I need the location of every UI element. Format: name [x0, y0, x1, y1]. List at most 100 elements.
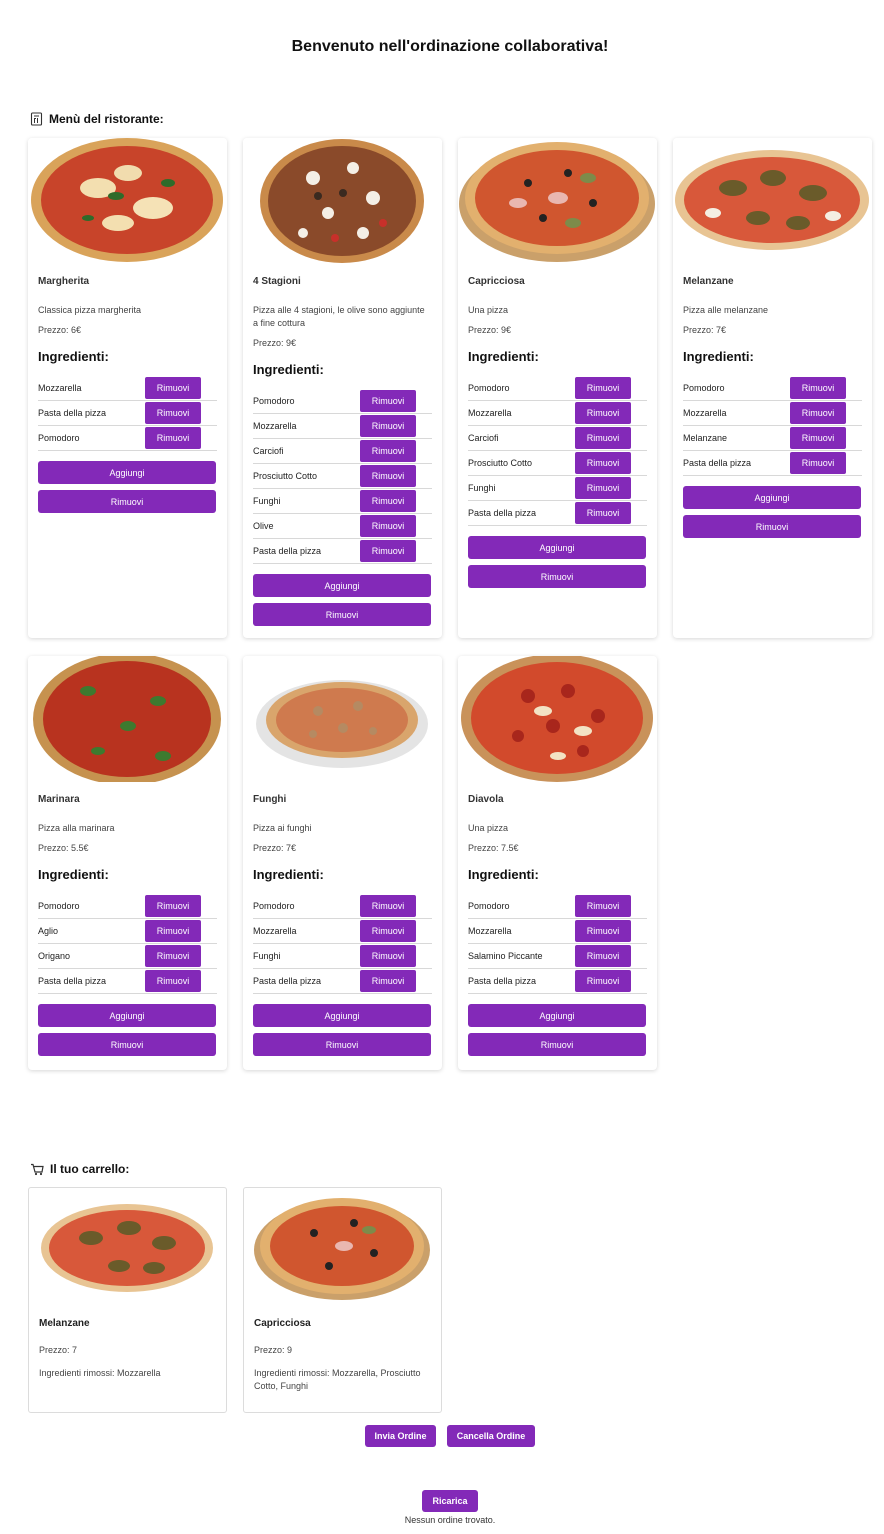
remove-ingredient-button[interactable]: Rimuovi: [145, 970, 201, 992]
no-orders-message: Nessun ordine trovato.: [404, 1515, 496, 1525]
remove-ingredient-button[interactable]: Rimuovi: [575, 970, 631, 992]
ingredients-title: Ingredienti:: [38, 867, 109, 882]
pizza-name: Marinara: [38, 794, 80, 805]
remove-from-cart-button[interactable]: Rimuovi: [253, 1033, 431, 1056]
ingredient-name: Melanzane: [683, 433, 728, 443]
remove-ingredient-button[interactable]: Rimuovi: [145, 895, 201, 917]
pizza-card-diavola: Diavola Una pizza Prezzo: 7.5€ Ingredien…: [458, 656, 657, 1070]
add-to-cart-button[interactable]: Aggiungi: [38, 461, 216, 484]
ingredient-list: Pomodoro Rimuovi Mozzarella Rimuovi Carcio…: [253, 389, 432, 564]
remove-ingredient-button[interactable]: Rimuovi: [575, 402, 631, 424]
cart-item-name: Capricciosa: [254, 1318, 311, 1329]
ingredient-name: Pomodoro: [253, 396, 295, 406]
ingredient-row: Prosciutto Cotto Rimuovi: [468, 451, 647, 476]
remove-ingredient-button[interactable]: Rimuovi: [360, 515, 416, 537]
remove-ingredient-button[interactable]: Rimuovi: [360, 390, 416, 412]
remove-from-cart-button[interactable]: Rimuovi: [38, 490, 216, 513]
pizza-image-margherita: [28, 138, 227, 264]
remove-ingredient-button[interactable]: Rimuovi: [145, 427, 201, 449]
cart-item-removed-ingredients: Ingredienti rimossi: Mozzarella: [39, 1368, 161, 1378]
menu-heading-label: Menù del ristorante:: [49, 112, 164, 126]
cart-heading: Il tuo carrello:: [30, 1162, 129, 1176]
remove-ingredient-button[interactable]: Rimuovi: [360, 465, 416, 487]
pizza-card-4-stagioni: 4 Stagioni Pizza alle 4 stagioni, le oli…: [243, 138, 442, 638]
ingredient-name: Pasta della pizza: [38, 976, 107, 986]
pizza-card-margherita: Margherita Classica pizza margherita Pre…: [28, 138, 227, 638]
remove-ingredient-button[interactable]: Rimuovi: [360, 415, 416, 437]
remove-ingredient-button[interactable]: Rimuovi: [575, 945, 631, 967]
pizza-card-capricciosa: Capricciosa Una pizza Prezzo: 9€ Ingredi…: [458, 138, 657, 638]
ingredient-name: Aglio: [38, 926, 59, 936]
remove-ingredient-button[interactable]: Rimuovi: [575, 502, 631, 524]
ingredient-row: Pomodoro Rimuovi: [468, 894, 647, 919]
add-to-cart-button[interactable]: Aggiungi: [253, 574, 431, 597]
remove-ingredient-button[interactable]: Rimuovi: [790, 402, 846, 424]
ingredient-name: Pomodoro: [253, 901, 295, 911]
remove-ingredient-button[interactable]: Rimuovi: [790, 427, 846, 449]
remove-ingredient-button[interactable]: Rimuovi: [575, 452, 631, 474]
remove-from-cart-button[interactable]: Rimuovi: [468, 565, 646, 588]
ingredient-name: Pasta della pizza: [253, 546, 322, 556]
add-to-cart-button[interactable]: Aggiungi: [468, 536, 646, 559]
remove-from-cart-button[interactable]: Rimuovi: [683, 515, 861, 538]
remove-ingredient-button[interactable]: Rimuovi: [145, 377, 201, 399]
ingredients-title: Ingredienti:: [468, 349, 539, 364]
cancel-order-button[interactable]: Cancella Ordine: [447, 1425, 535, 1447]
remove-ingredient-button[interactable]: Rimuovi: [360, 540, 416, 562]
cart-item-image: [244, 1188, 441, 1302]
remove-ingredient-button[interactable]: Rimuovi: [575, 477, 631, 499]
ingredient-list: Pomodoro Rimuovi Aglio Rimuovi Origano Rimu…: [38, 894, 217, 994]
ingredient-row: Melanzane Rimuovi: [683, 426, 862, 451]
remove-ingredient-button[interactable]: Rimuovi: [575, 895, 631, 917]
ingredient-name: Carciofi: [253, 446, 284, 456]
remove-ingredient-button[interactable]: Rimuovi: [575, 427, 631, 449]
remove-ingredient-button[interactable]: Rimuovi: [575, 377, 631, 399]
ingredient-list: Pomodoro Rimuovi Mozzarella Rimuovi Salami…: [468, 894, 647, 994]
pizza-price: Prezzo: 9€: [468, 325, 512, 335]
remove-ingredient-button[interactable]: Rimuovi: [790, 452, 846, 474]
ingredient-name: Salamino Piccante: [468, 951, 543, 961]
ingredient-row: Funghi Rimuovi: [253, 944, 432, 969]
remove-ingredient-button[interactable]: Rimuovi: [360, 970, 416, 992]
pizza-name: Diavola: [468, 794, 504, 805]
remove-ingredient-button[interactable]: Rimuovi: [360, 440, 416, 462]
remove-ingredient-button[interactable]: Rimuovi: [360, 945, 416, 967]
ingredient-row: Pasta della pizza Rimuovi: [253, 539, 432, 564]
remove-ingredient-button[interactable]: Rimuovi: [145, 402, 201, 424]
cart-item-removed-ingredients: Ingredienti rimossi: Mozzarella, Prosciu…: [254, 1368, 421, 1391]
cart-item-price: Prezzo: 9: [254, 1345, 293, 1355]
pizza-image-funghi: [243, 656, 442, 782]
pizza-name: Margherita: [38, 276, 90, 287]
pizza-image-capricciosa: [458, 138, 657, 264]
remove-ingredient-button[interactable]: Rimuovi: [145, 920, 201, 942]
ingredient-name: Mozzarella: [253, 421, 297, 431]
pizza-card-funghi: Funghi Pizza ai funghi Prezzo: 7€ Ingred…: [243, 656, 442, 1070]
remove-from-cart-button[interactable]: Rimuovi: [253, 603, 431, 626]
add-to-cart-button[interactable]: Aggiungi: [38, 1004, 216, 1027]
ingredient-row: Funghi Rimuovi: [253, 489, 432, 514]
remove-ingredient-button[interactable]: Rimuovi: [575, 920, 631, 942]
ingredient-row: Mozzarella Rimuovi: [468, 401, 647, 426]
remove-from-cart-button[interactable]: Rimuovi: [38, 1033, 216, 1056]
ingredient-row: Pomodoro Rimuovi: [38, 426, 217, 451]
ingredient-name: Olive: [253, 521, 274, 531]
ingredients-title: Ingredienti:: [253, 362, 324, 377]
remove-ingredient-button[interactable]: Rimuovi: [360, 895, 416, 917]
remove-ingredient-button[interactable]: Rimuovi: [790, 377, 846, 399]
send-order-button[interactable]: Invia Ordine: [365, 1425, 436, 1447]
remove-ingredient-button[interactable]: Rimuovi: [145, 945, 201, 967]
remove-ingredient-button[interactable]: Rimuovi: [360, 920, 416, 942]
ingredient-name: Prosciutto Cotto: [253, 471, 318, 481]
reload-button[interactable]: Ricarica: [422, 1490, 478, 1512]
add-to-cart-button[interactable]: Aggiungi: [683, 486, 861, 509]
ingredient-name: Funghi: [253, 951, 281, 961]
remove-from-cart-button[interactable]: Rimuovi: [468, 1033, 646, 1056]
pizza-name: Melanzane: [683, 276, 734, 287]
ingredient-row: Pasta della pizza Rimuovi: [253, 969, 432, 994]
ingredient-list: Pomodoro Rimuovi Mozzarella Rimuovi Funghi…: [253, 894, 432, 994]
remove-ingredient-button[interactable]: Rimuovi: [360, 490, 416, 512]
add-to-cart-button[interactable]: Aggiungi: [253, 1004, 431, 1027]
ingredient-name: Pomodoro: [38, 433, 80, 443]
ingredients-title: Ingredienti:: [683, 349, 754, 364]
add-to-cart-button[interactable]: Aggiungi: [468, 1004, 646, 1027]
